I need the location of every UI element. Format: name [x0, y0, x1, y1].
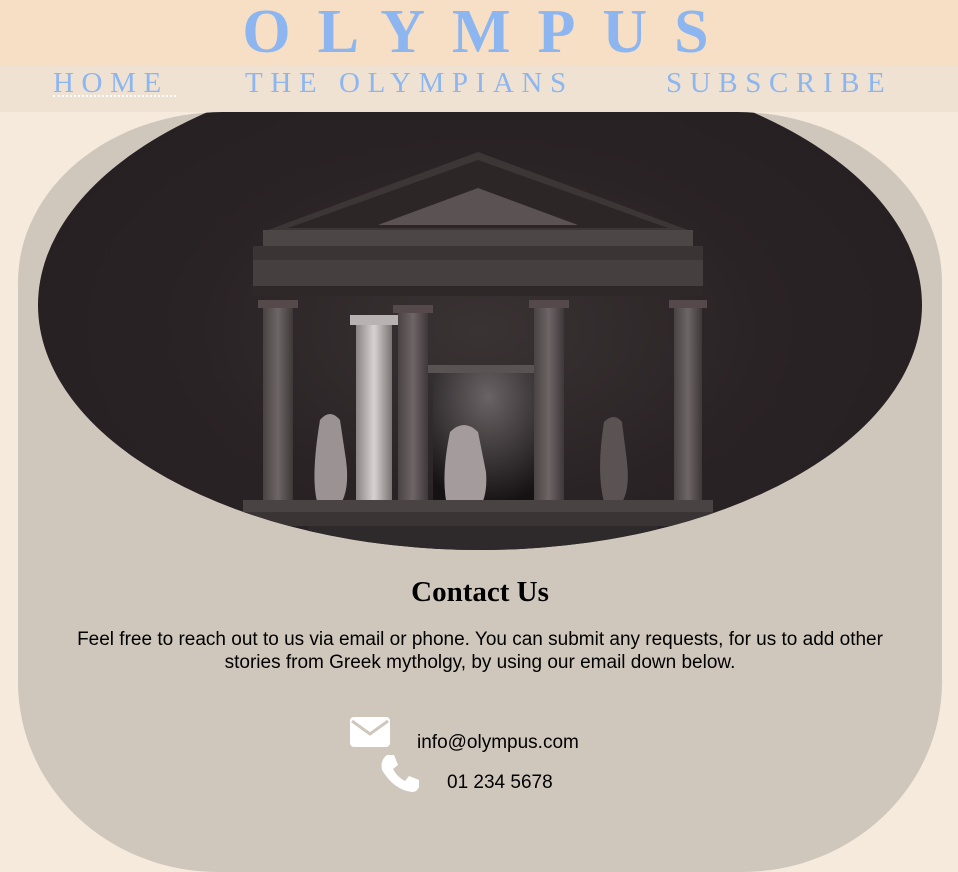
contact-heading: Contact Us — [411, 576, 549, 608]
temple-illustration — [233, 152, 723, 550]
contact-email[interactable]: info@olympus.com — [417, 731, 579, 755]
nav-active-underline — [53, 95, 176, 97]
phone-icon — [381, 755, 419, 792]
hero-temple-image — [38, 112, 922, 550]
nav-link-subscribe[interactable]: SUBSCRIBE — [666, 66, 892, 100]
site-header: OLYMPUS — [0, 0, 958, 66]
contact-card: Contact Us Feel free to reach out to us … — [18, 112, 942, 872]
nav-link-the-olympians[interactable]: THE OLYMPIANS — [245, 66, 574, 100]
main-nav: HOME THE OLYMPIANS SUBSCRIBE — [0, 66, 958, 112]
envelope-icon — [350, 717, 390, 747]
site-title: OLYMPUS — [242, 0, 736, 66]
contact-description: Feel free to reach out to us via email o… — [77, 629, 883, 673]
contact-phone[interactable]: 01 234 5678 — [447, 771, 553, 795]
